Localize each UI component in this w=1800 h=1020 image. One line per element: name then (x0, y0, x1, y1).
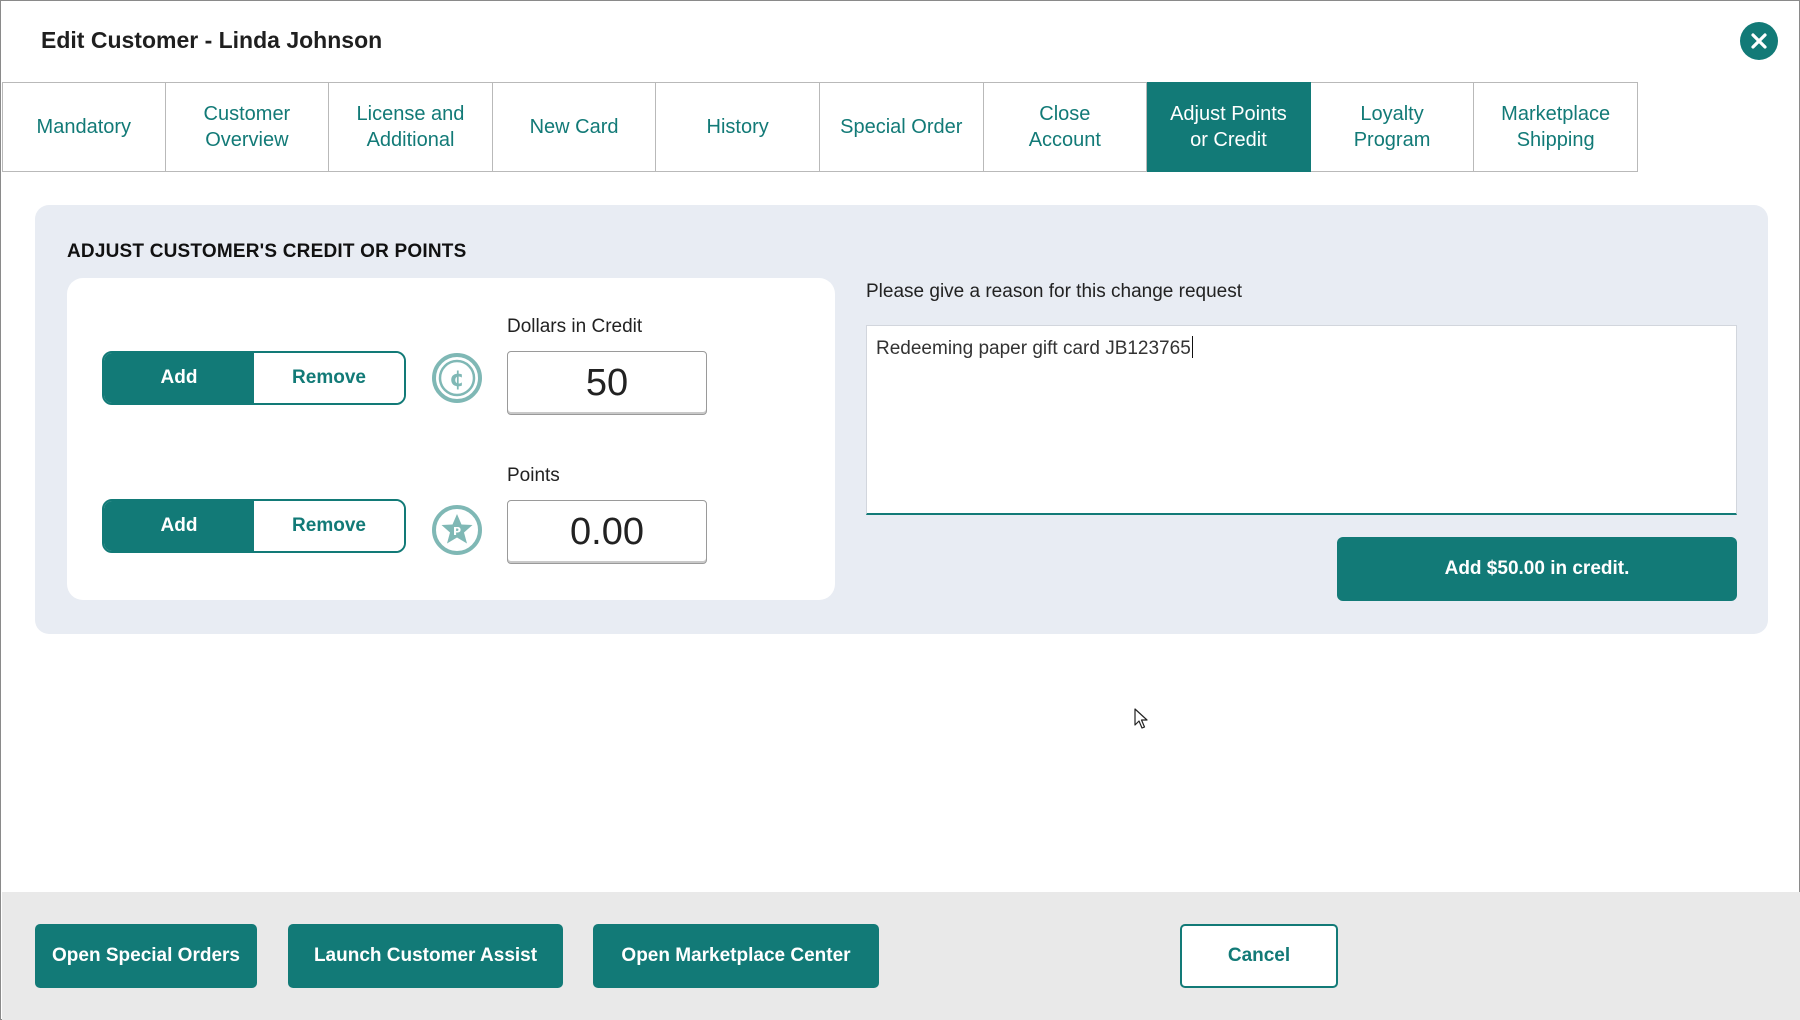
reason-label: Please give a reason for this change req… (866, 281, 1243, 302)
tab-marketplace-shipping[interactable]: Marketplace Shipping (1474, 82, 1638, 172)
cancel-button[interactable]: Cancel (1180, 924, 1338, 988)
close-button[interactable] (1740, 22, 1778, 60)
svg-text:P: P (453, 525, 461, 538)
edit-customer-window: Edit Customer - Linda Johnson Mandatory … (0, 0, 1800, 1020)
tab-mandatory[interactable]: Mandatory (2, 82, 166, 172)
tab-license-and-additional[interactable]: License and Additional (329, 82, 493, 172)
points-add-remove-toggle: Add Remove (102, 499, 406, 553)
tab-close-account[interactable]: Close Account (983, 82, 1148, 172)
footer-bar: Open Special Orders Launch Customer Assi… (2, 892, 1800, 1020)
tab-label: License and Additional (356, 103, 465, 151)
tab-label: History (706, 116, 769, 138)
points-amount-input[interactable] (507, 500, 707, 564)
points-add-button[interactable]: Add (104, 501, 254, 551)
tab-label: Special Order (840, 116, 963, 138)
credit-field-label: Dollars in Credit (507, 316, 643, 337)
tab-label: New Card (529, 116, 619, 138)
open-marketplace-center-button[interactable]: Open Marketplace Center (593, 924, 879, 988)
tab-history[interactable]: History (656, 82, 820, 172)
window-title: Edit Customer - Linda Johnson (41, 27, 383, 53)
tab-label: Close Account (1028, 103, 1101, 151)
credit-add-button[interactable]: Add (104, 353, 254, 403)
points-remove-button[interactable]: Remove (254, 501, 404, 551)
tab-label: Loyalty Program (1353, 103, 1431, 151)
credit-remove-button[interactable]: Remove (254, 353, 404, 403)
credit-add-remove-toggle: Add Remove (102, 351, 406, 405)
adjust-card: Add Remove ¢ Dollars in Credit Add Remov… (67, 278, 835, 600)
reason-text: Redeeming paper gift card JB123765 (876, 338, 1191, 359)
add-credit-button[interactable]: Add $50.00 in credit. (1337, 537, 1737, 601)
text-caret (1191, 336, 1193, 358)
tab-label: Customer Overview (203, 103, 291, 151)
close-icon (1751, 33, 1767, 49)
tab-special-order[interactable]: Special Order (819, 82, 984, 172)
tab-customer-overview[interactable]: Customer Overview (165, 82, 330, 172)
credit-amount-input[interactable] (507, 351, 707, 415)
tab-bar: Mandatory Customer Overview License and Ad… (2, 82, 1638, 172)
credit-coin-icon: ¢ (432, 353, 482, 403)
panel-title: ADJUST CUSTOMER'S CREDIT OR POINTS (67, 241, 467, 262)
tab-label: Adjust Points or Credit (1170, 103, 1287, 151)
points-field-label: Points (507, 465, 560, 486)
points-star-icon: P (432, 505, 482, 555)
tab-loyalty-program[interactable]: Loyalty Program (1310, 82, 1475, 172)
open-special-orders-button[interactable]: Open Special Orders (35, 924, 257, 988)
adjust-panel: ADJUST CUSTOMER'S CREDIT OR POINTS Add R… (35, 205, 1768, 634)
tab-label: Mandatory (36, 116, 132, 138)
tab-new-card[interactable]: New Card (492, 82, 657, 172)
reason-textarea[interactable]: Redeeming paper gift card JB123765 (866, 325, 1737, 515)
mouse-pointer-icon (1134, 708, 1148, 729)
svg-text:¢: ¢ (449, 367, 464, 392)
launch-customer-assist-button[interactable]: Launch Customer Assist (288, 924, 563, 988)
tab-label: Marketplace Shipping (1501, 103, 1611, 151)
tab-adjust-points-or-credit[interactable]: Adjust Points or Credit (1147, 82, 1311, 172)
